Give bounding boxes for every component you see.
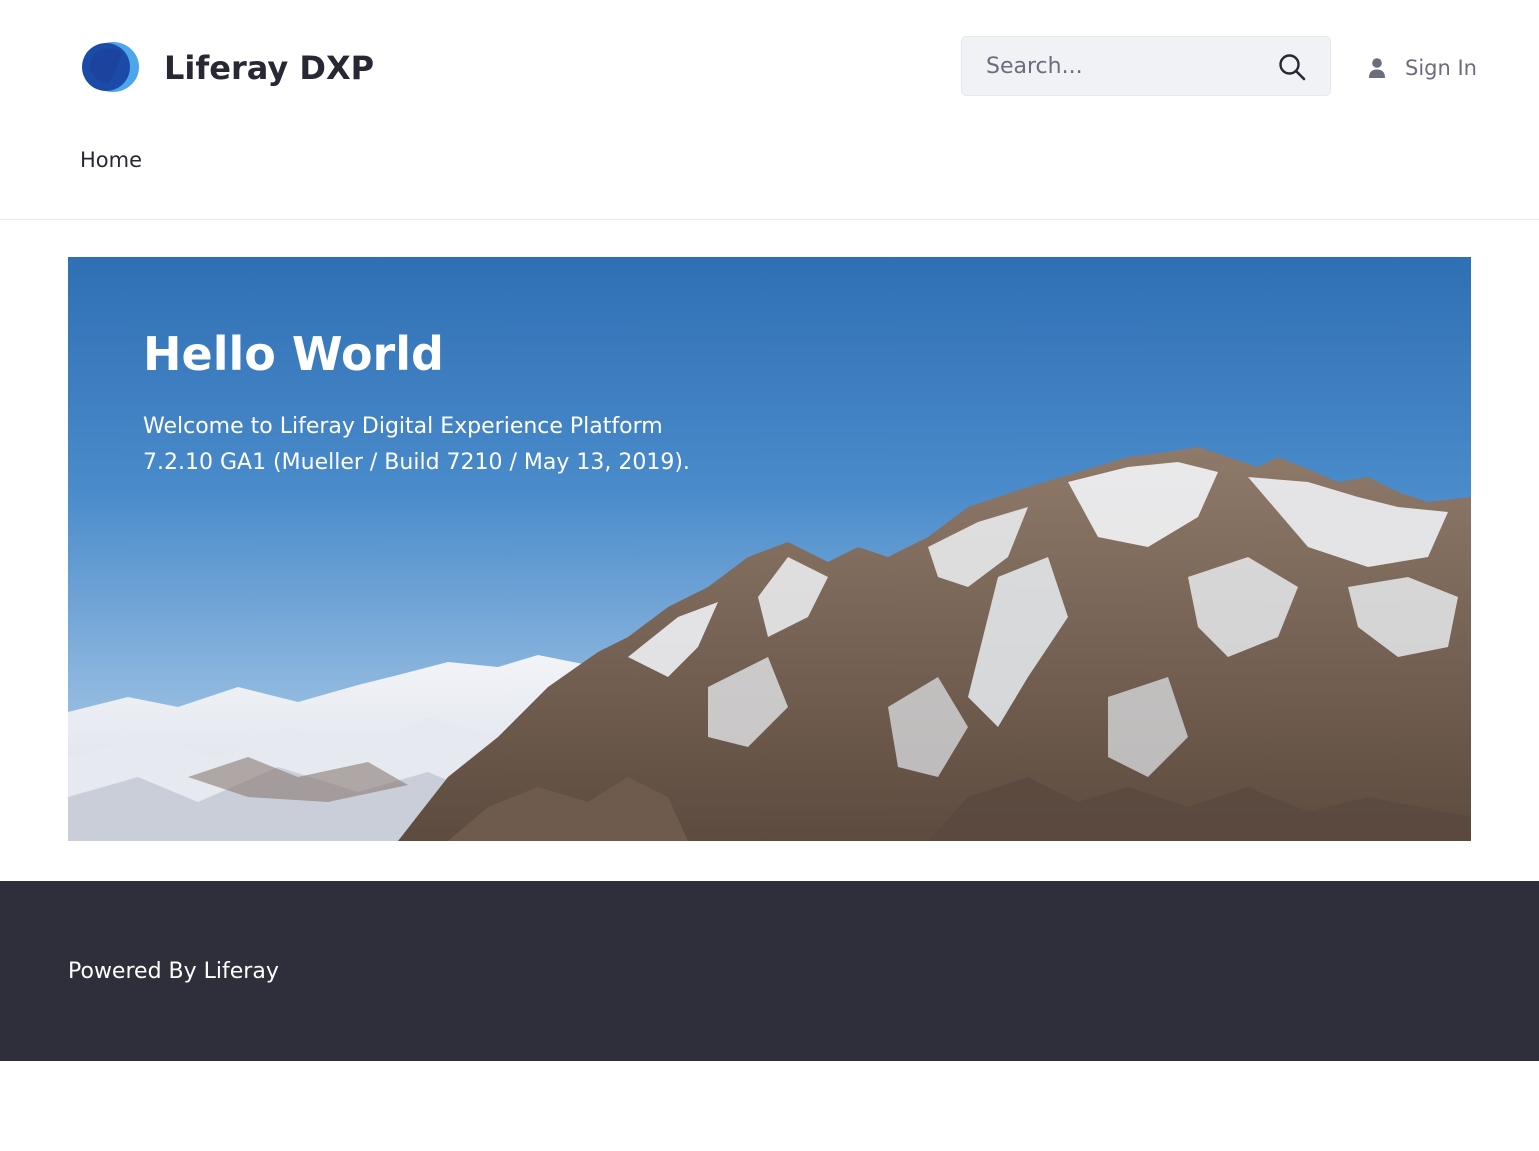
liferay-logo-icon <box>80 40 140 96</box>
hero-banner: Hello World Welcome to Liferay Digital E… <box>68 257 1471 841</box>
search-input[interactable] <box>962 38 1262 94</box>
liferay-link[interactable]: Liferay <box>204 959 279 984</box>
powered-by-prefix: Powered By <box>68 959 204 984</box>
hero-title: Hello World <box>143 327 444 381</box>
main-navigation: Home <box>80 148 142 172</box>
search-icon[interactable] <box>1278 53 1306 81</box>
sign-in-button[interactable]: Sign In <box>1366 50 1477 86</box>
brand-name: Liferay DXP <box>164 49 375 87</box>
user-icon <box>1366 57 1388 79</box>
sign-in-label: Sign In <box>1405 56 1477 80</box>
search-bar <box>961 36 1331 96</box>
hero-description: Welcome to Liferay Digital Experience Pl… <box>143 414 690 475</box>
site-header: Liferay DXP Sign In Home <box>0 0 1539 220</box>
powered-by-text: Powered By Liferay <box>68 959 279 984</box>
brand-link[interactable]: Liferay DXP <box>80 38 374 98</box>
nav-item-home[interactable]: Home <box>80 148 142 172</box>
site-footer: Powered By Liferay <box>0 881 1539 1061</box>
